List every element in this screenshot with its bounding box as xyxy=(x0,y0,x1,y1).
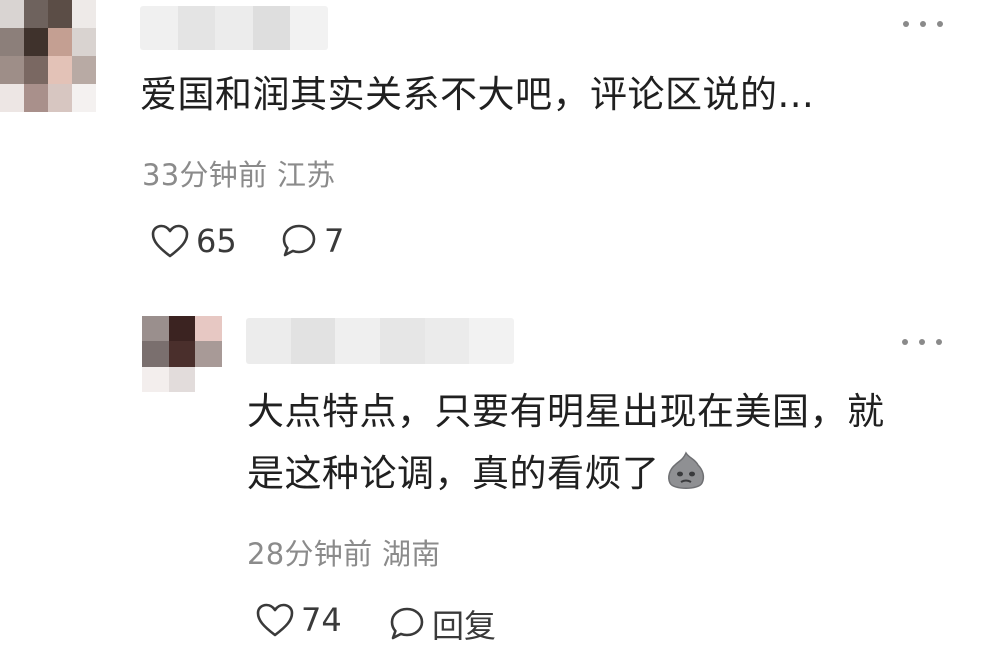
reply-text-line: 大点特点，只要有明星出现在美国，就 xyxy=(247,390,885,433)
reply-text: 是这种论调，真的看烦了 xyxy=(247,452,660,495)
username-blurred[interactable] xyxy=(140,6,328,50)
avatar[interactable] xyxy=(142,316,222,392)
ellipsis-icon[interactable] xyxy=(902,330,942,354)
username-blurred[interactable] xyxy=(246,318,514,364)
reply-time: 28分钟前 xyxy=(247,537,373,571)
speech-bubble-icon xyxy=(390,607,424,640)
ellipsis-icon[interactable] xyxy=(903,12,943,36)
like-button[interactable]: 74 xyxy=(255,601,342,639)
like-count: 65 xyxy=(196,222,237,260)
avatar[interactable] xyxy=(0,0,96,112)
blob-emoji-icon xyxy=(667,451,704,489)
comment-meta: 33分钟前 江苏 xyxy=(142,152,336,194)
like-count: 74 xyxy=(301,601,342,639)
heart-outline-icon xyxy=(256,603,294,637)
speech-bubble-icon xyxy=(282,224,316,257)
comment-location: 江苏 xyxy=(276,158,336,192)
comment-text: 爱国和润其实关系不大吧，评论区说的... xyxy=(140,73,815,116)
reply-label: 回复 xyxy=(432,607,497,645)
reply-meta: 28分钟前 湖南 xyxy=(247,531,441,573)
comment-count: 7 xyxy=(324,222,345,260)
reply-location: 湖南 xyxy=(381,537,441,571)
reply-button[interactable]: 回复 xyxy=(388,601,496,647)
heart-outline-icon xyxy=(151,224,189,258)
comment-button[interactable]: 7 xyxy=(280,222,344,260)
like-button[interactable]: 65 xyxy=(150,222,237,260)
comment-time: 33分钟前 xyxy=(142,158,268,192)
reply-text-line: 是这种论调，真的看烦了 xyxy=(247,443,708,505)
